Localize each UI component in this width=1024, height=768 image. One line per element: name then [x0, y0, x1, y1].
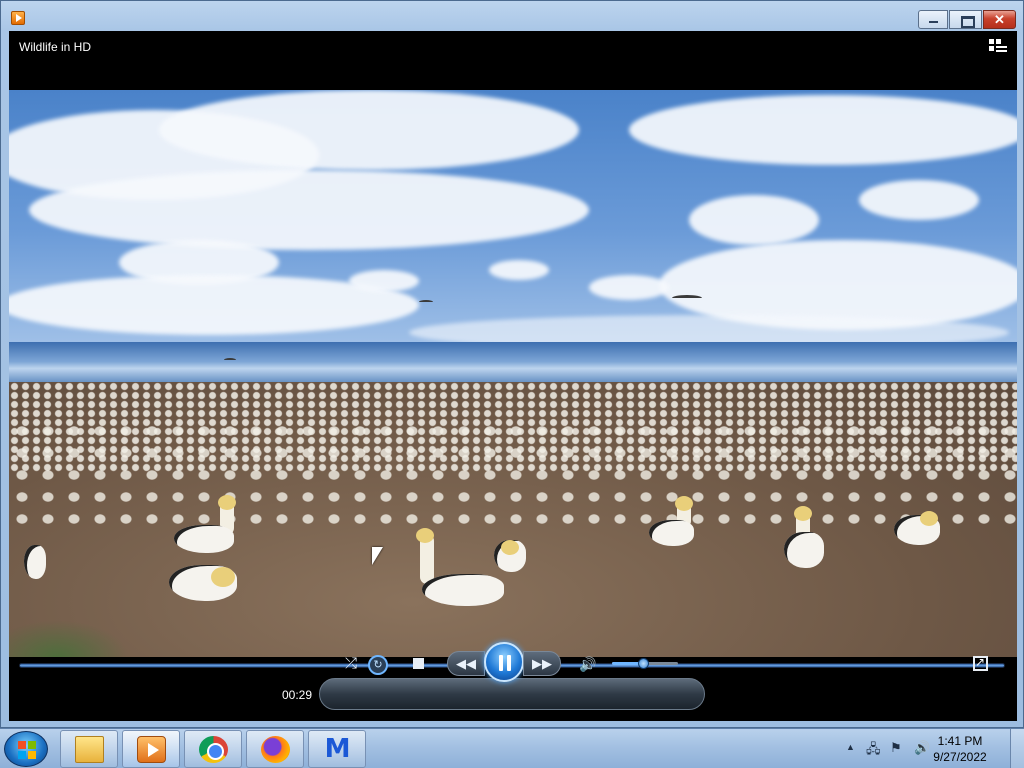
video-frame[interactable] — [9, 90, 1017, 657]
media-player-icon[interactable] — [11, 11, 25, 25]
firefox-icon — [261, 736, 290, 763]
stop-button[interactable] — [413, 658, 424, 669]
clock-date[interactable]: 9/27/2022 — [930, 750, 990, 764]
chrome-icon — [199, 736, 228, 763]
taskbar-media-player[interactable] — [122, 730, 180, 768]
taskbar-explorer[interactable] — [60, 730, 118, 768]
mouse-cursor — [372, 547, 383, 565]
taskbar: ▲ 🖧 ⚑ 🔊 — [0, 728, 1024, 768]
previous-button[interactable]: ◀◀ — [447, 651, 485, 676]
windows-logo-icon — [18, 741, 36, 759]
show-desktop-button[interactable] — [1010, 729, 1024, 768]
pause-button[interactable] — [484, 642, 524, 682]
fullscreen-icon[interactable] — [973, 655, 988, 671]
volume-knob[interactable] — [637, 658, 649, 669]
switch-to-library-icon[interactable] — [989, 39, 1007, 55]
title-bar[interactable] — [1, 1, 1023, 31]
shuffle-icon[interactable]: ⤮ — [341, 655, 361, 673]
taskbar-firefox[interactable] — [246, 730, 304, 768]
folder-icon — [75, 736, 104, 763]
maximize-button[interactable] — [949, 10, 982, 29]
taskbar-chrome[interactable] — [184, 730, 242, 768]
taskbar-malwarebytes[interactable] — [308, 730, 366, 768]
action-center-flag-icon[interactable]: ⚑ — [890, 740, 902, 756]
media-player-icon — [137, 736, 166, 763]
repeat-icon[interactable]: ↻ — [368, 655, 388, 675]
minimize-button[interactable] — [918, 10, 948, 29]
player-area: Wildlife in HD 00:29 — [9, 31, 1017, 721]
malwarebytes-icon — [323, 734, 352, 764]
speaker-icon[interactable]: 🔊 — [579, 655, 597, 673]
network-icon[interactable]: 🖧 — [866, 740, 881, 762]
volume-tray-icon[interactable]: 🔊 — [914, 740, 930, 756]
start-button[interactable] — [4, 731, 48, 767]
close-button[interactable] — [983, 10, 1016, 29]
elapsed-time: 00:29 — [282, 688, 313, 702]
next-button[interactable]: ▶▶ — [523, 651, 561, 676]
transport-controls — [319, 678, 705, 710]
show-hidden-icons-chevron-icon[interactable]: ▲ — [846, 742, 855, 752]
clock-time[interactable]: 1:41 PM — [930, 734, 990, 748]
now-playing-title: Wildlife in HD — [19, 40, 92, 54]
media-player-window: Wildlife in HD — [0, 0, 1024, 728]
